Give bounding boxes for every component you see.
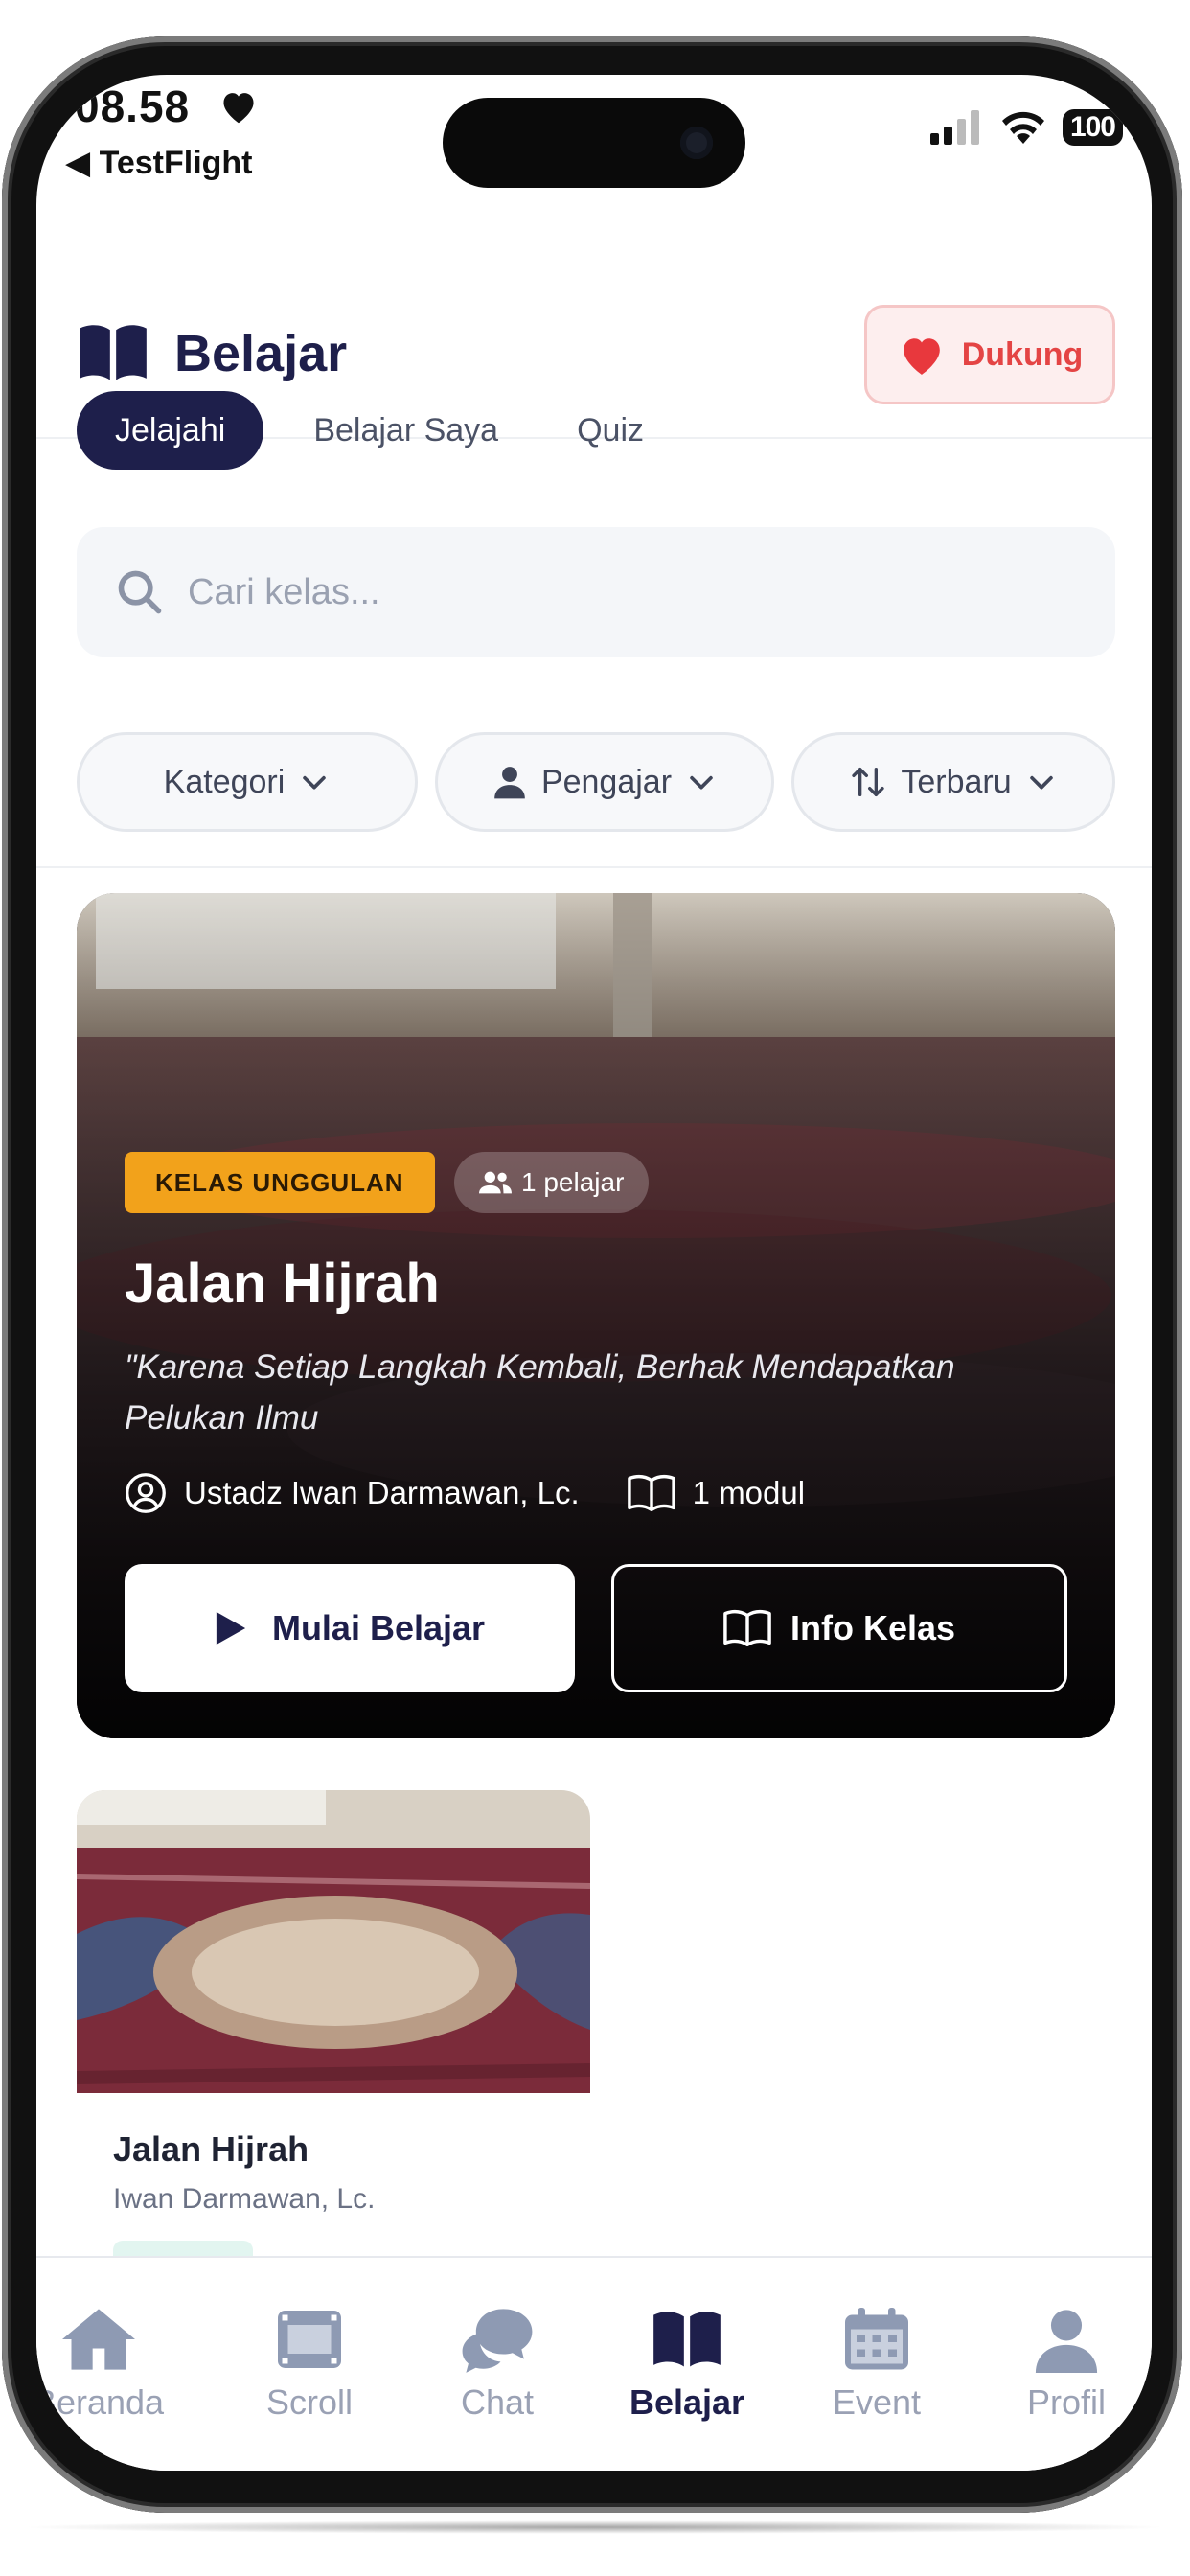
course-thumbnail [77, 1790, 590, 2093]
nav-item-beranda[interactable]: Beranda [36, 2306, 180, 2423]
nav-label-belajar: Belajar [629, 2382, 745, 2422]
class-info-label: Info Kelas [790, 1608, 956, 1647]
learner-count: 1 pelajar [521, 1167, 625, 1197]
module-count: 1 modul [692, 1475, 806, 1510]
camera-icon [680, 126, 713, 159]
person-icon [494, 767, 525, 799]
instructor-filter[interactable]: Pengajar [435, 732, 774, 832]
section-divider [36, 866, 1152, 868]
nav-label-event: Event [832, 2382, 922, 2422]
nav-item-belajar[interactable]: Belajar [606, 2306, 768, 2423]
nav-label-chat: Chat [460, 2382, 535, 2422]
dynamic-island [443, 98, 745, 188]
page-title: Belajar [174, 325, 348, 382]
module-meta: 1 modul [627, 1472, 806, 1514]
home-icon [62, 2309, 135, 2370]
category-filter[interactable]: Kategori [77, 732, 418, 832]
back-app-label: TestFlight [99, 145, 253, 181]
featured-meta: Ustadz Iwan Darmawan, Lc. 1 modul [125, 1472, 805, 1514]
chat-icon [462, 2309, 533, 2373]
nav-item-chat[interactable]: Chat [416, 2306, 579, 2423]
user-circle-icon [126, 1473, 166, 1513]
search-bar [77, 527, 1115, 657]
featured-badge: KELAS UNGGULAN [125, 1152, 435, 1213]
featured-class-card[interactable]: KELAS UNGGULAN 1 pelajar Jalan Hijrah "K… [77, 893, 1115, 1738]
search-input[interactable] [188, 560, 1050, 625]
nav-item-profil[interactable]: Profil [985, 2306, 1148, 2423]
heart-icon [903, 338, 940, 375]
instructor-meta: Ustadz Iwan Darmawan, Lc. [125, 1472, 580, 1514]
instructor-filter-label: Pengajar [540, 763, 673, 800]
sort-icon [852, 768, 885, 796]
heart-icon [223, 93, 254, 124]
featured-title: Jalan Hijrah [125, 1253, 440, 1315]
book-icon [80, 325, 147, 380]
nav-item-event[interactable]: Event [795, 2306, 958, 2423]
tab-belajar-saya[interactable]: Belajar Saya [285, 391, 527, 470]
back-to-app-link[interactable]: ◀ TestFlight [65, 144, 253, 182]
wifi-icon [1001, 111, 1044, 144]
sort-filter-label: Terbaru [901, 763, 1012, 800]
course-card[interactable]: Jalan Hijrah Iwan Darmawan, Lc. [77, 1790, 590, 2327]
device-shadow [19, 2520, 1169, 2534]
nav-label-scroll: Scroll [265, 2382, 354, 2422]
tab-bar: Jelajahi Belajar Saya Quiz [77, 391, 694, 470]
instructor-name: Ustadz Iwan Darmawan, Lc. [184, 1475, 580, 1510]
chevron-down-icon [303, 775, 327, 790]
bottom-navigation: Beranda Scroll Chat Belajar Event Profil [36, 2256, 1152, 2471]
filter-row: Kategori Pengajar Terbaru [77, 732, 1115, 832]
calendar-icon [845, 2308, 908, 2370]
status-indicators: 100 [929, 109, 1123, 146]
start-learning-button[interactable]: Mulai Belajar [125, 1564, 575, 1692]
book-icon [653, 2312, 721, 2367]
signal-icon [929, 110, 979, 145]
film-icon [278, 2311, 341, 2368]
start-learning-label: Mulai Belajar [271, 1608, 486, 1647]
learner-count-badge: 1 pelajar [454, 1152, 650, 1213]
course-title: Jalan Hijrah [113, 2129, 309, 2169]
support-button[interactable]: Dukung [864, 305, 1115, 404]
search-icon [118, 570, 162, 614]
class-info-button[interactable]: Info Kelas [611, 1564, 1067, 1692]
tab-quiz[interactable]: Quiz [548, 391, 673, 470]
course-author: Iwan Darmawan, Lc. [113, 2183, 376, 2215]
tab-jelajahi[interactable]: Jelajahi [77, 391, 264, 470]
featured-quote: "Karena Setiap Langkah Kembali, Berhak M… [125, 1348, 955, 1437]
nav-label-profil: Profil [1026, 2382, 1107, 2422]
open-book-icon [627, 1474, 675, 1512]
chevron-down-icon [690, 775, 713, 790]
status-time: 08.58 [75, 81, 191, 131]
app-screen: 08.58 ◀ TestFlight 100 Belajar Dukung Je… [36, 75, 1152, 2471]
chevron-down-icon [1029, 775, 1053, 790]
profile-icon [1035, 2310, 1098, 2373]
nav-label-beranda: Beranda [36, 2382, 165, 2422]
play-icon [216, 1612, 246, 1644]
battery-indicator: 100 [1062, 109, 1123, 146]
support-label: Dukung [961, 335, 1084, 373]
nav-item-scroll[interactable]: Scroll [228, 2306, 391, 2423]
sort-filter[interactable]: Terbaru [791, 732, 1115, 832]
users-icon [479, 1171, 512, 1194]
open-book-icon [723, 1609, 771, 1647]
category-filter-label: Kategori [163, 763, 286, 800]
